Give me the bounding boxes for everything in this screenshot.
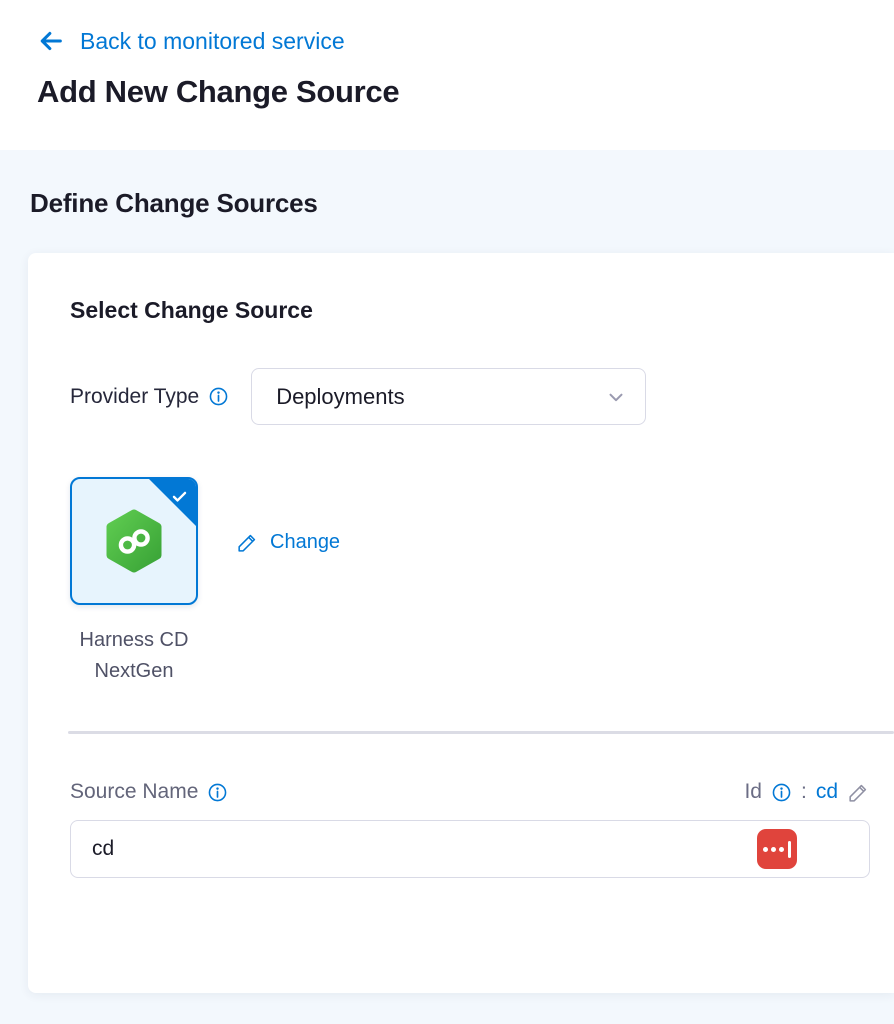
provider-type-label: Provider Type [70, 385, 199, 409]
provider-tile-label: Harness CD NextGen [58, 625, 210, 687]
change-provider-link[interactable]: Change [236, 531, 340, 554]
info-icon[interactable] [771, 782, 792, 803]
card-title: Select Change Source [70, 297, 870, 324]
section-title: Define Change Sources [30, 188, 894, 219]
page-header: Back to monitored service Add New Change… [0, 0, 894, 150]
source-name-label: Source Name [70, 780, 198, 804]
info-icon[interactable] [207, 782, 228, 803]
password-manager-icon[interactable] [757, 829, 797, 869]
selected-provider-row: Harness CD NextGen Change [70, 477, 870, 687]
provider-tile-harness-cd-nextgen[interactable] [70, 477, 198, 605]
source-name-input-wrap [70, 820, 870, 878]
pencil-icon [236, 531, 259, 554]
harness-cd-hexagon-icon [104, 509, 164, 573]
provider-type-selected-value: Deployments [276, 384, 404, 410]
check-icon [170, 487, 189, 506]
info-icon[interactable] [208, 386, 229, 407]
back-link-label[interactable]: Back to monitored service [80, 28, 345, 55]
chevron-down-icon [605, 386, 627, 408]
define-change-sources-section: Define Change Sources Select Change Sour… [0, 150, 894, 1024]
page-title: Add New Change Source [37, 74, 894, 110]
id-label: Id [744, 780, 762, 804]
back-link[interactable]: Back to monitored service [37, 27, 345, 55]
section-divider [68, 731, 894, 734]
id-separator: : [801, 780, 807, 804]
pencil-icon[interactable] [847, 781, 870, 804]
select-change-source-card: Select Change Source Provider Type Deplo… [28, 253, 894, 993]
id-value: cd [816, 780, 838, 804]
change-link-label[interactable]: Change [270, 531, 340, 554]
provider-type-select[interactable]: Deployments [251, 368, 646, 425]
source-name-row: Source Name Id : cd [70, 780, 870, 804]
source-name-input[interactable] [70, 820, 870, 878]
arrow-left-icon [37, 27, 65, 55]
provider-type-row: Provider Type Deployments [70, 368, 870, 425]
identifier-group: Id : cd [744, 780, 870, 804]
